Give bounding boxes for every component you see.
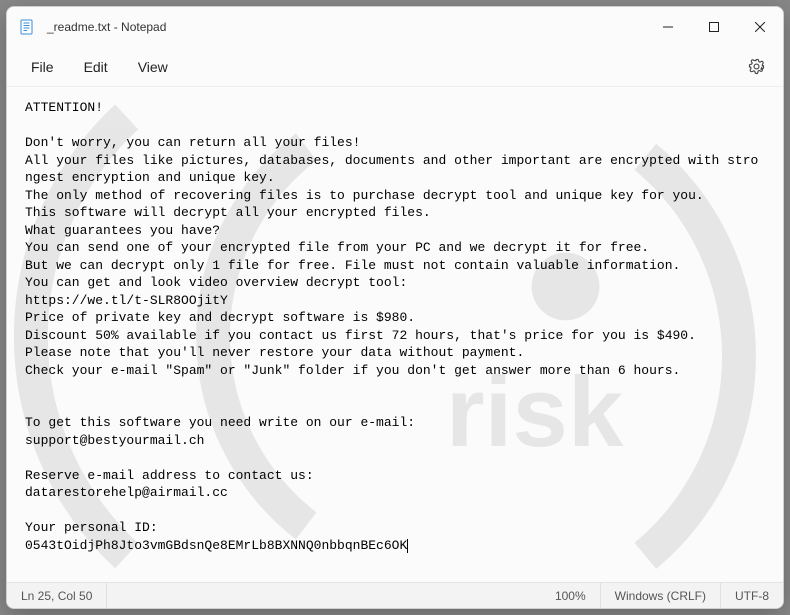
notepad-app-icon xyxy=(19,19,35,35)
titlebar: _readme.txt - Notepad xyxy=(7,7,783,47)
status-zoom: 100% xyxy=(541,583,601,608)
document-text-content: ATTENTION! Don't worry, you can return a… xyxy=(25,100,758,553)
text-caret xyxy=(407,539,408,553)
status-eol: Windows (CRLF) xyxy=(601,583,721,608)
minimize-button[interactable] xyxy=(645,7,691,47)
notepad-window: _readme.txt - Notepad File Edit View xyxy=(6,6,784,609)
menubar: File Edit View xyxy=(7,47,783,87)
menu-edit[interactable]: Edit xyxy=(70,53,122,81)
statusbar: Ln 25, Col 50 100% Windows (CRLF) UTF-8 xyxy=(7,582,783,608)
status-cursor-pos: Ln 25, Col 50 xyxy=(7,583,107,608)
window-title: _readme.txt - Notepad xyxy=(47,20,166,34)
menu-file[interactable]: File xyxy=(17,53,68,81)
gear-icon xyxy=(748,58,765,75)
text-area[interactable]: risk ATTENTION! Don't worry, you can ret… xyxy=(7,87,783,582)
document-text[interactable]: ATTENTION! Don't worry, you can return a… xyxy=(25,99,765,554)
settings-button[interactable] xyxy=(739,50,773,84)
menu-view[interactable]: View xyxy=(124,53,182,81)
status-encoding: UTF-8 xyxy=(721,583,783,608)
maximize-button[interactable] xyxy=(691,7,737,47)
close-button[interactable] xyxy=(737,7,783,47)
